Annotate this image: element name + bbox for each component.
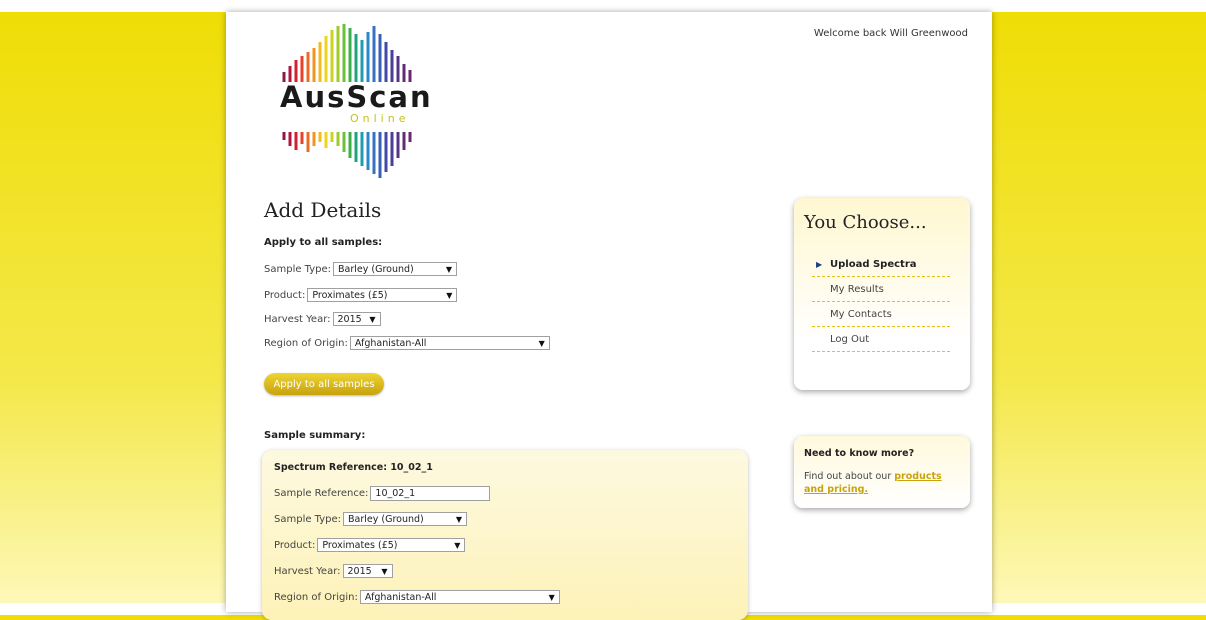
product-value: Proximates (£5) [322, 539, 398, 551]
apply-region-row: Region of Origin: Afghanistan-All ▼ [264, 336, 550, 350]
active-arrow-icon: ▶ [816, 259, 823, 269]
harvest-year-label: Harvest Year: [274, 565, 341, 577]
product-label: Product: [274, 539, 316, 551]
welcome-message: Welcome back Will Greenwood [813, 28, 968, 39]
region-label: Region of Origin: [274, 591, 358, 603]
logo-subtitle: Online [350, 112, 410, 125]
need-to-know-box: Need to know more? Find out about our pr… [794, 436, 970, 508]
dropdown-arrow-icon: ▼ [454, 540, 461, 550]
sample-type-value: Barley (Ground) [338, 263, 414, 275]
dropdown-arrow-icon: ▼ [445, 264, 453, 274]
apply-sample-type-row: Sample Type: Barley (Ground) ▼ [264, 262, 458, 276]
sample-type-value: Barley (Ground) [348, 513, 424, 525]
summary-product-select[interactable]: Proximates (£5) ▼ [317, 538, 466, 552]
harvest-year-value: 2015 [337, 313, 362, 325]
summary-harvest-year-select[interactable]: 2015 ▼ [342, 564, 393, 578]
sample-type-label: Sample Type: [274, 513, 342, 525]
menu-item-label: My Results [830, 283, 884, 295]
product-label: Product: [264, 289, 306, 301]
product-value: Proximates (£5) [312, 289, 388, 301]
panel-title: You Choose... [804, 212, 927, 233]
region-label: Region of Origin: [264, 337, 348, 349]
info-title: Need to know more? [804, 448, 915, 459]
you-choose-panel: You Choose... ▶ Upload Spectra My Result… [794, 198, 970, 390]
dropdown-arrow-icon: ▼ [548, 592, 555, 602]
logo-name: AusScan [280, 80, 433, 114]
harvest-year-value: 2015 [347, 565, 372, 577]
page-container: Welcome back Will Greenwood AusScan Onli… [226, 12, 992, 620]
info-text-prefix: Find out about our [804, 471, 895, 482]
summary-region-select[interactable]: Afghanistan-All ▼ [359, 590, 560, 604]
apply-product-select[interactable]: Proximates (£5) ▼ [307, 288, 458, 302]
apply-harvest-year-select[interactable]: 2015 ▼ [332, 312, 381, 326]
apply-to-all-button[interactable]: Apply to all samples [264, 373, 384, 395]
sample-reference-row: Sample Reference: 10_02_1 [274, 486, 491, 501]
menu-item-label: Upload Spectra [830, 258, 917, 270]
apply-sample-type-select[interactable]: Barley (Ground) ▼ [333, 262, 458, 276]
summary-sample-type-select[interactable]: Barley (Ground) ▼ [343, 512, 468, 526]
apply-product-row: Product: Proximates (£5) ▼ [264, 288, 458, 302]
page-title: Add Details [264, 198, 382, 222]
sample-type-label: Sample Type: [264, 263, 332, 275]
apply-region-select[interactable]: Afghanistan-All ▼ [349, 336, 550, 350]
region-value: Afghanistan-All [354, 337, 427, 349]
summary-region-row: Region of Origin: Afghanistan-All ▼ [274, 590, 560, 604]
dropdown-arrow-icon: ▼ [455, 514, 463, 524]
menu-item-label: Log Out [830, 333, 870, 345]
side-menu: ▶ Upload Spectra My Results My Contacts … [812, 252, 950, 352]
summary-harvest-year-row: Harvest Year: 2015 ▼ [274, 564, 393, 578]
dropdown-arrow-icon: ▼ [446, 290, 453, 300]
region-value: Afghanistan-All [364, 591, 437, 603]
harvest-year-label: Harvest Year: [264, 313, 331, 325]
menu-item-log-out[interactable]: Log Out [812, 327, 950, 352]
menu-item-label: My Contacts [830, 308, 892, 320]
dropdown-arrow-icon: ▼ [381, 566, 388, 576]
menu-item-my-contacts[interactable]: My Contacts [812, 302, 950, 327]
summary-sample-type-row: Sample Type: Barley (Ground) ▼ [274, 512, 468, 526]
apply-harvest-year-row: Harvest Year: 2015 ▼ [264, 312, 381, 326]
apply-all-heading: Apply to all samples: [264, 237, 383, 248]
dropdown-arrow-icon: ▼ [369, 314, 376, 324]
sample-reference-input[interactable]: 10_02_1 [370, 486, 491, 501]
menu-item-my-results[interactable]: My Results [812, 277, 950, 302]
sample-summary-heading: Sample summary: [264, 430, 366, 441]
info-text: Find out about our products and pricing. [804, 470, 960, 496]
summary-product-row: Product: Proximates (£5) ▼ [274, 538, 466, 552]
spectrum-reference: Spectrum Reference: 10_02_1 [274, 462, 433, 473]
sample-reference-label: Sample Reference: [274, 488, 369, 499]
menu-item-upload-spectra[interactable]: ▶ Upload Spectra [812, 252, 950, 277]
sample-summary-card: Spectrum Reference: 10_02_1 Sample Refer… [262, 450, 748, 620]
dropdown-arrow-icon: ▼ [538, 338, 545, 348]
